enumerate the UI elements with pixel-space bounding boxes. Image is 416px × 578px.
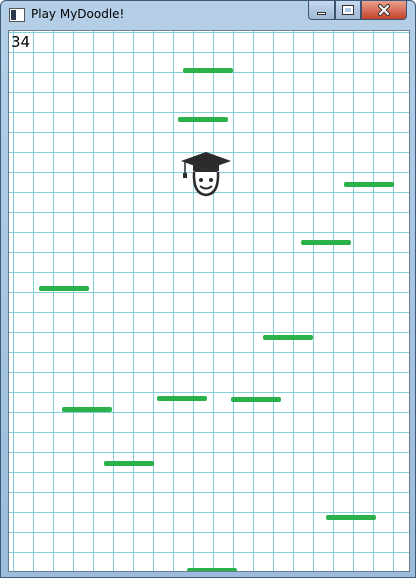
game-window: Play MyDoodle! 34 bbox=[0, 0, 416, 578]
title-bar[interactable]: Play MyDoodle! bbox=[1, 1, 415, 29]
platform bbox=[178, 117, 228, 122]
platform bbox=[39, 286, 89, 291]
platform bbox=[183, 68, 233, 73]
maximize-icon bbox=[342, 5, 354, 15]
platform bbox=[326, 515, 376, 520]
minimize-button[interactable] bbox=[308, 1, 335, 20]
close-button[interactable] bbox=[361, 1, 407, 20]
close-icon bbox=[378, 4, 390, 16]
platform bbox=[231, 397, 281, 402]
platform bbox=[157, 396, 207, 401]
platform bbox=[263, 335, 313, 340]
platform bbox=[62, 407, 112, 412]
game-canvas[interactable]: 34 bbox=[8, 30, 410, 572]
platform bbox=[104, 461, 154, 466]
minimize-icon bbox=[317, 11, 326, 15]
graduate-doodler-icon bbox=[181, 152, 231, 197]
window-title: Play MyDoodle! bbox=[31, 7, 125, 21]
maximize-button[interactable] bbox=[335, 1, 361, 20]
platform bbox=[187, 568, 237, 571]
app-icon bbox=[9, 8, 25, 22]
platform bbox=[344, 182, 394, 187]
platform bbox=[301, 240, 351, 245]
score-counter: 34 bbox=[11, 33, 31, 51]
